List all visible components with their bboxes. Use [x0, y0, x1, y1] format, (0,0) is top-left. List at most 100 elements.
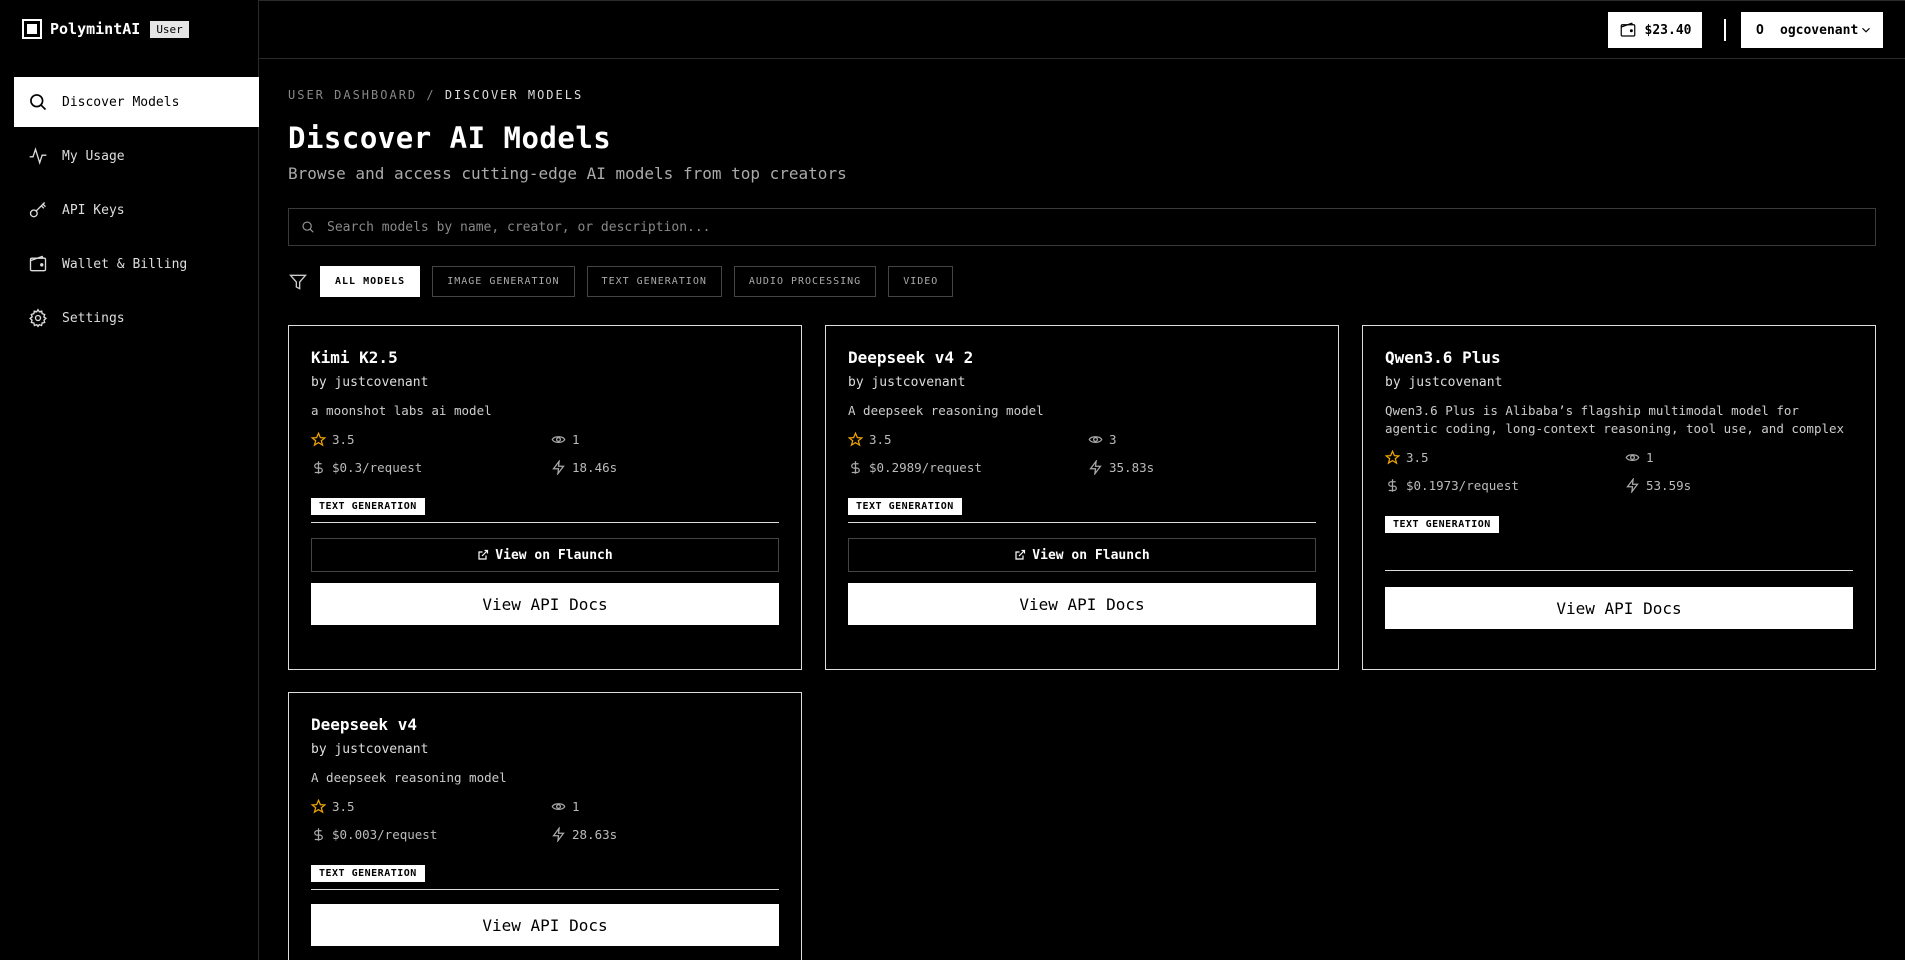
card-divider	[311, 889, 779, 890]
latency-value: 28.63s	[572, 826, 618, 842]
sidebar-item-label: Wallet & Billing	[62, 256, 188, 272]
view-on-flaunch-button[interactable]: View on Flaunch	[311, 538, 779, 572]
filter-chip-video[interactable]: VIDEO	[888, 266, 954, 297]
latency-stat: 28.63s	[551, 825, 779, 843]
sidebar: PolymintAI User Discover Models My Usage…	[0, 0, 259, 960]
model-creator: by justcovenant	[848, 375, 966, 390]
key-icon	[29, 202, 46, 218]
dollar-icon	[1388, 478, 1397, 492]
latency-value: 18.46s	[572, 459, 618, 475]
price-stat: $0.3/request	[311, 458, 551, 476]
price-stat: $0.1973/request	[1385, 476, 1625, 494]
topbar-divider	[1724, 19, 1726, 41]
star-icon	[311, 431, 326, 447]
eye-icon	[551, 435, 566, 443]
chevron-down-icon	[1862, 27, 1870, 33]
dollar-icon	[314, 460, 323, 474]
brand-logo-icon	[22, 19, 42, 39]
price-value: $0.003/request	[332, 826, 438, 842]
model-card: Qwen3.6 Plus by justcovenant Qwen3.6 Plu…	[1362, 325, 1876, 670]
views-stat: 1	[551, 430, 779, 448]
views-value: 1	[572, 431, 580, 447]
rating-stat: 3.5	[1385, 448, 1625, 466]
view-api-docs-button[interactable]: View API Docs	[848, 583, 1316, 625]
search-icon	[30, 94, 47, 111]
model-creator: by justcovenant	[311, 742, 429, 757]
lightning-icon	[1626, 477, 1639, 493]
category-tag: TEXT GENERATION	[1385, 516, 1499, 533]
rating-value: 3.5	[869, 431, 892, 447]
dollar-icon	[314, 827, 323, 841]
model-creator: by justcovenant	[1385, 375, 1503, 390]
model-description: A deepseek reasoning model	[311, 770, 507, 785]
rating-value: 3.5	[332, 431, 355, 447]
view-api-docs-button[interactable]: View API Docs	[311, 904, 779, 946]
lightning-icon	[552, 826, 565, 842]
filter-chip-audio-processing[interactable]: AUDIO PROCESSING	[733, 266, 877, 297]
views-stat: 1	[1625, 448, 1853, 466]
filter-chip-text-generation[interactable]: TEXT GENERATION	[586, 266, 722, 297]
rating-value: 3.5	[332, 798, 355, 814]
avatar: O	[1756, 22, 1764, 38]
card-divider	[311, 522, 779, 523]
model-stats: 3.5 3 $0.2989/request 35.83s	[848, 430, 1316, 476]
gear-icon	[29, 308, 47, 328]
sidebar-item-api-keys[interactable]: API Keys	[14, 185, 259, 235]
lightning-icon	[552, 459, 565, 475]
model-title[interactable]: Kimi K2.5	[311, 348, 779, 367]
category-tag: TEXT GENERATION	[311, 865, 425, 882]
wallet-icon	[29, 255, 47, 272]
price-stat: $0.003/request	[311, 825, 551, 843]
view-on-flaunch-button[interactable]: View on Flaunch	[848, 538, 1316, 572]
page-title: Discover AI Models	[288, 121, 612, 155]
model-title[interactable]: Deepseek v4	[311, 715, 779, 734]
star-icon	[311, 798, 326, 814]
eye-icon	[551, 802, 566, 810]
lightning-icon	[1089, 459, 1102, 475]
breadcrumb-root[interactable]: USER DASHBOARD /	[288, 88, 436, 102]
filter-chip-all-models[interactable]: ALL MODELS	[320, 266, 421, 297]
external-link-icon	[1015, 549, 1026, 560]
model-title[interactable]: Qwen3.6 Plus	[1385, 348, 1853, 367]
search-icon	[302, 221, 314, 233]
eye-icon	[1625, 453, 1640, 461]
views-stat: 1	[551, 797, 779, 815]
price-value: $0.3/request	[332, 459, 423, 475]
brand[interactable]: PolymintAI User	[22, 18, 189, 40]
filter-chip-image-generation[interactable]: IMAGE GENERATION	[432, 266, 575, 297]
eye-icon	[1088, 435, 1103, 443]
model-title[interactable]: Deepseek v4 2	[848, 348, 1316, 367]
model-card: Deepseek v4 2 by justcovenant A deepseek…	[825, 325, 1339, 670]
user-menu-button[interactable]: O ogcovenant	[1741, 12, 1883, 48]
model-stats: 3.5 1 $0.3/request 18.46s	[311, 430, 779, 476]
rating-stat: 3.5	[311, 430, 551, 448]
search-input[interactable]	[327, 219, 1827, 235]
wallet-balance-button[interactable]: $23.40	[1608, 12, 1702, 48]
star-icon	[1385, 449, 1400, 465]
card-divider	[848, 522, 1316, 523]
sidebar-item-label: Discover Models	[62, 94, 180, 110]
model-stats: 3.5 1 $0.003/request 28.63s	[311, 797, 779, 843]
view-api-docs-button[interactable]: View API Docs	[311, 583, 779, 625]
views-value: 3	[1109, 431, 1117, 447]
brand-name: PolymintAI	[50, 20, 141, 38]
flaunch-label: View on Flaunch	[1032, 547, 1150, 563]
sidebar-item-my-usage[interactable]: My Usage	[14, 131, 259, 181]
role-badge: User	[150, 20, 189, 38]
flaunch-label: View on Flaunch	[495, 547, 613, 563]
page-subtitle: Browse and access cutting-edge AI models…	[288, 164, 847, 183]
wallet-balance: $23.40	[1644, 22, 1692, 38]
category-tag: TEXT GENERATION	[848, 498, 962, 515]
sidebar-item-wallet-billing[interactable]: Wallet & Billing	[14, 239, 259, 289]
latency-value: 53.59s	[1646, 477, 1692, 493]
search-bar	[288, 208, 1876, 246]
view-api-docs-button[interactable]: View API Docs	[1385, 587, 1853, 629]
sidebar-item-label: My Usage	[62, 148, 125, 164]
sidebar-item-settings[interactable]: Settings	[14, 293, 259, 343]
latency-stat: 53.59s	[1625, 476, 1853, 494]
model-creator: by justcovenant	[311, 375, 429, 390]
sidebar-item-discover-models[interactable]: Discover Models	[14, 77, 259, 127]
wallet-icon	[1620, 22, 1635, 37]
views-value: 1	[1646, 449, 1654, 465]
model-description: A deepseek reasoning model	[848, 403, 1044, 418]
